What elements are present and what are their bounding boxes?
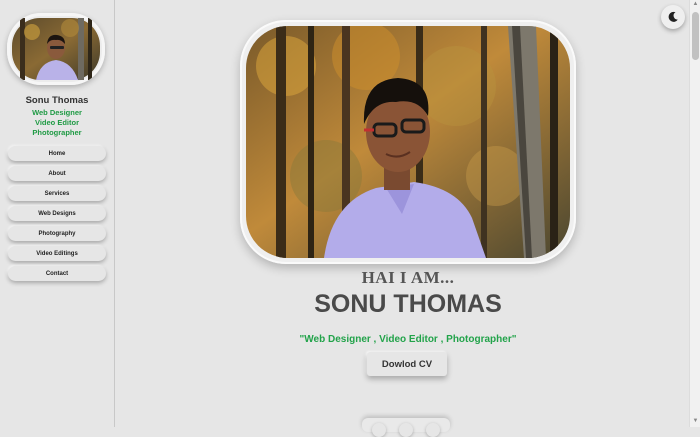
nav-home[interactable]: Home (8, 146, 106, 161)
download-cv-button[interactable]: Dowlod CV (367, 352, 447, 376)
sidebar: Sonu Thomas Web Designer Video Editor Ph… (0, 0, 115, 427)
nav-photography[interactable]: Photography (8, 226, 106, 241)
social-link-2-icon[interactable] (399, 423, 413, 437)
scroll-thumb[interactable] (692, 12, 699, 60)
social-link-3-icon[interactable] (426, 423, 440, 437)
hero-photo (240, 20, 576, 264)
theme-toggle-button[interactable] (661, 5, 685, 29)
nav-about[interactable]: About (8, 166, 106, 181)
scroll-down-icon[interactable]: ▼ (692, 418, 699, 425)
nav-contact[interactable]: Contact (8, 266, 106, 281)
profile-name: Sonu Thomas (25, 95, 89, 106)
nav-services[interactable]: Services (8, 186, 106, 201)
hero-tagline: "Web Designer , Video Editor , Photograp… (299, 334, 517, 345)
greeting-text: HAI I AM... (361, 268, 455, 287)
role-photographer: Photographer (32, 128, 82, 137)
role-web-designer: Web Designer (32, 108, 82, 117)
scroll-up-icon[interactable]: ▲ (692, 1, 699, 8)
profile-avatar (7, 13, 105, 85)
role-video-editor: Video Editor (34, 118, 80, 127)
social-links-bar (362, 418, 450, 437)
hero-name: SONU THOMAS (314, 290, 502, 318)
page-scrollbar[interactable]: ▲ ▼ (689, 0, 700, 427)
nav-video-editings[interactable]: Video Editings (8, 246, 106, 261)
moon-icon (668, 11, 678, 22)
social-link-1-icon[interactable] (372, 423, 386, 437)
nav-web-designs[interactable]: Web Designs (8, 206, 106, 221)
